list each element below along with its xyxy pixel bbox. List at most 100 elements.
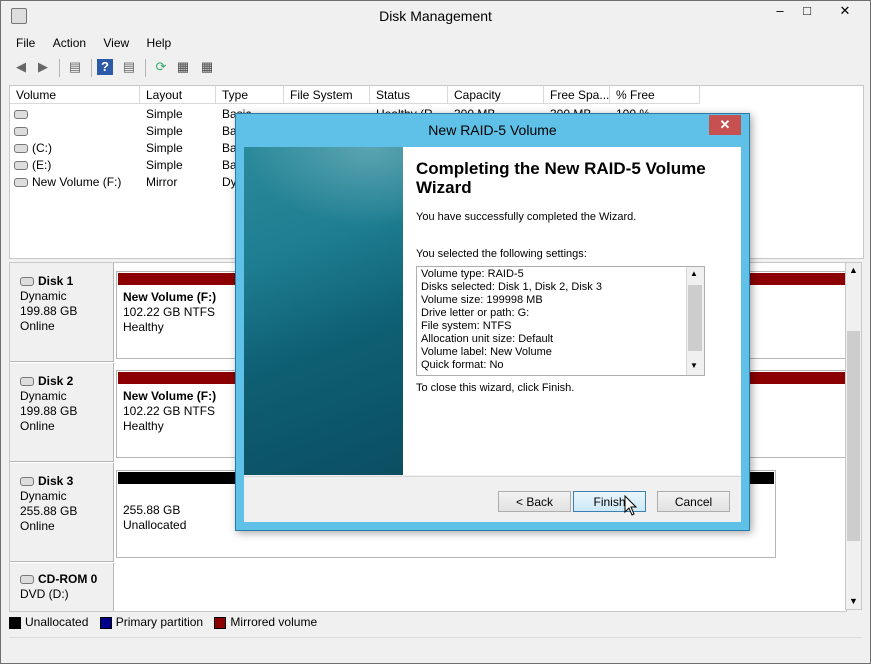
settings-summary-box[interactable]: Volume type: RAID-5 Disks selected: Disk… — [416, 266, 705, 376]
column-header-layout[interactable]: Layout — [140, 86, 216, 104]
forward-icon[interactable]: ▶ — [33, 57, 53, 77]
wizard-banner-image — [244, 147, 403, 475]
cdrom-icon — [20, 575, 34, 585]
column-header-capacity[interactable]: Capacity — [448, 86, 544, 104]
layout-cell: Simple — [146, 158, 183, 172]
disk-3-info[interactable]: Disk 3 Dynamic 255.88 GB Online — [10, 463, 114, 562]
disk-size: 199.88 GB — [20, 304, 78, 318]
disk-1-info[interactable]: Disk 1 Dynamic 199.88 GB Online — [10, 263, 114, 362]
setting-line: Quick format: No — [421, 359, 504, 371]
volume-icon — [14, 144, 28, 154]
toolbar-separator — [145, 59, 146, 77]
maximize-button[interactable]: □ — [794, 1, 820, 21]
dialog-body: Completing the New RAID-5 Volume Wizard … — [244, 147, 741, 522]
legend-label-primary: Primary partition — [115, 615, 204, 629]
show-hide-console-tree-icon[interactable]: ▤ — [65, 57, 85, 77]
volume-cell: New Volume (F:) — [14, 174, 138, 191]
disk-name: Disk 1 — [20, 274, 113, 289]
setting-line: Drive letter or path: G: — [421, 307, 530, 319]
refresh-icon[interactable]: ⟳ — [151, 57, 171, 77]
column-header-file-system[interactable]: File System — [284, 86, 370, 104]
scroll-down-icon[interactable]: ▼ — [849, 596, 858, 606]
rescan-disks-icon[interactable]: ▦ — [173, 57, 193, 77]
disk-name: Disk 3 — [20, 474, 113, 489]
layout-cell: Simple — [146, 141, 183, 155]
minimize-button[interactable]: – — [767, 1, 793, 21]
volume-cell — [14, 106, 138, 123]
raid5-wizard-dialog: New RAID-5 Volume ✕ Completing the New R… — [235, 113, 750, 531]
graph-scrollbar[interactable]: ▲ ▼ — [845, 262, 862, 610]
scroll-thumb[interactable] — [847, 331, 860, 541]
disk-2-info[interactable]: Disk 2 Dynamic 199.88 GB Online — [10, 363, 114, 462]
close-hint-text: To close this wizard, click Finish. — [416, 382, 575, 394]
settings-label: You selected the following settings: — [416, 248, 587, 260]
help-icon[interactable]: ? — [97, 59, 113, 75]
status-bar — [9, 637, 862, 658]
disk-icon — [20, 277, 34, 287]
disk-size: 255.88 GB — [20, 504, 78, 518]
disk-type: DVD (D:) — [20, 587, 69, 601]
banner-wave — [244, 147, 403, 227]
toolbar-separator — [59, 59, 60, 77]
disk-name: CD-ROM 0 — [20, 572, 113, 587]
legend-label-mirrored: Mirrored volume — [230, 615, 318, 629]
menu-file[interactable]: File — [9, 33, 42, 53]
toolbar-separator — [91, 59, 92, 77]
window-title: Disk Management — [379, 8, 492, 24]
legend-swatch-unallocated — [9, 616, 21, 629]
menu-help[interactable]: Help — [140, 33, 179, 53]
setting-line: Volume type: RAID-5 — [421, 268, 524, 280]
menu-action[interactable]: Action — [46, 33, 93, 53]
disk-state: Online — [20, 319, 55, 333]
column-header-volume[interactable]: Volume — [10, 86, 140, 104]
disk-state: Online — [20, 419, 55, 433]
properties-icon[interactable]: ▤ — [119, 57, 139, 77]
cancel-button[interactable]: Cancel — [657, 491, 730, 512]
disk-type: Dynamic — [20, 489, 67, 503]
menu-view[interactable]: View — [96, 33, 136, 53]
disk-icon — [20, 377, 34, 387]
volume-name: (E:) — [32, 158, 52, 172]
cdrom-0-info[interactable]: CD-ROM 0 DVD (D:) — [10, 563, 114, 611]
settings-icon[interactable]: ▦ — [197, 57, 217, 77]
volume-cell: (E:) — [14, 157, 138, 174]
disk-icon — [20, 477, 34, 487]
volume-cell — [14, 123, 138, 140]
title-bar[interactable]: Disk Management – □ ✕ — [1, 1, 870, 32]
back-button[interactable]: < Back — [498, 491, 571, 512]
column-header-percent-free[interactable]: % Free — [610, 86, 700, 104]
disk-state: Online — [20, 519, 55, 533]
volume-icon — [14, 178, 28, 188]
settings-scrollbar[interactable]: ▲ ▼ — [686, 267, 704, 375]
volume-icon — [14, 127, 28, 137]
scroll-up-icon[interactable]: ▲ — [690, 269, 698, 278]
scroll-thumb[interactable] — [688, 285, 702, 351]
legend-swatch-primary — [99, 616, 112, 629]
layout-cell: Mirror — [146, 175, 178, 189]
disk-type: Dynamic — [20, 289, 67, 303]
legend-label-unallocated: Unallocated — [25, 615, 89, 629]
wizard-content: Completing the New RAID-5 Volume Wizard … — [403, 147, 741, 475]
legend-swatch-mirrored — [214, 616, 227, 629]
setting-line: Volume size: 199998 MB — [421, 294, 543, 306]
setting-line: Disks selected: Disk 1, Disk 2, Disk 3 — [421, 281, 602, 293]
dialog-button-bar: < Back Finish Cancel — [244, 476, 741, 522]
close-button[interactable]: ✕ — [823, 1, 867, 21]
wizard-heading: Completing the New RAID-5 Volume Wizard — [416, 159, 706, 197]
volume-cell: (C:) — [14, 140, 138, 157]
disk-type: Dynamic — [20, 389, 67, 403]
menu-bar: File Action View Help — [9, 33, 178, 53]
column-header-free-space[interactable]: Free Spa... — [544, 86, 610, 104]
wizard-success-text: You have successfully completed the Wiza… — [416, 211, 637, 223]
layout-cell: Simple — [146, 107, 183, 121]
dialog-close-button[interactable]: ✕ — [709, 115, 741, 135]
column-header-type[interactable]: Type — [216, 86, 284, 104]
disk-size: 199.88 GB — [20, 404, 78, 418]
volume-name: New Volume (F:) — [32, 175, 122, 189]
dialog-title: New RAID-5 Volume — [428, 122, 557, 138]
toolbar: ◀ ▶ ▤ ? ▤ ⟳ ▦ ▦ — [9, 55, 409, 81]
scroll-up-icon[interactable]: ▲ — [849, 265, 858, 275]
scroll-down-icon[interactable]: ▼ — [690, 361, 698, 370]
back-icon[interactable]: ◀ — [11, 57, 31, 77]
column-header-status[interactable]: Status — [370, 86, 448, 104]
